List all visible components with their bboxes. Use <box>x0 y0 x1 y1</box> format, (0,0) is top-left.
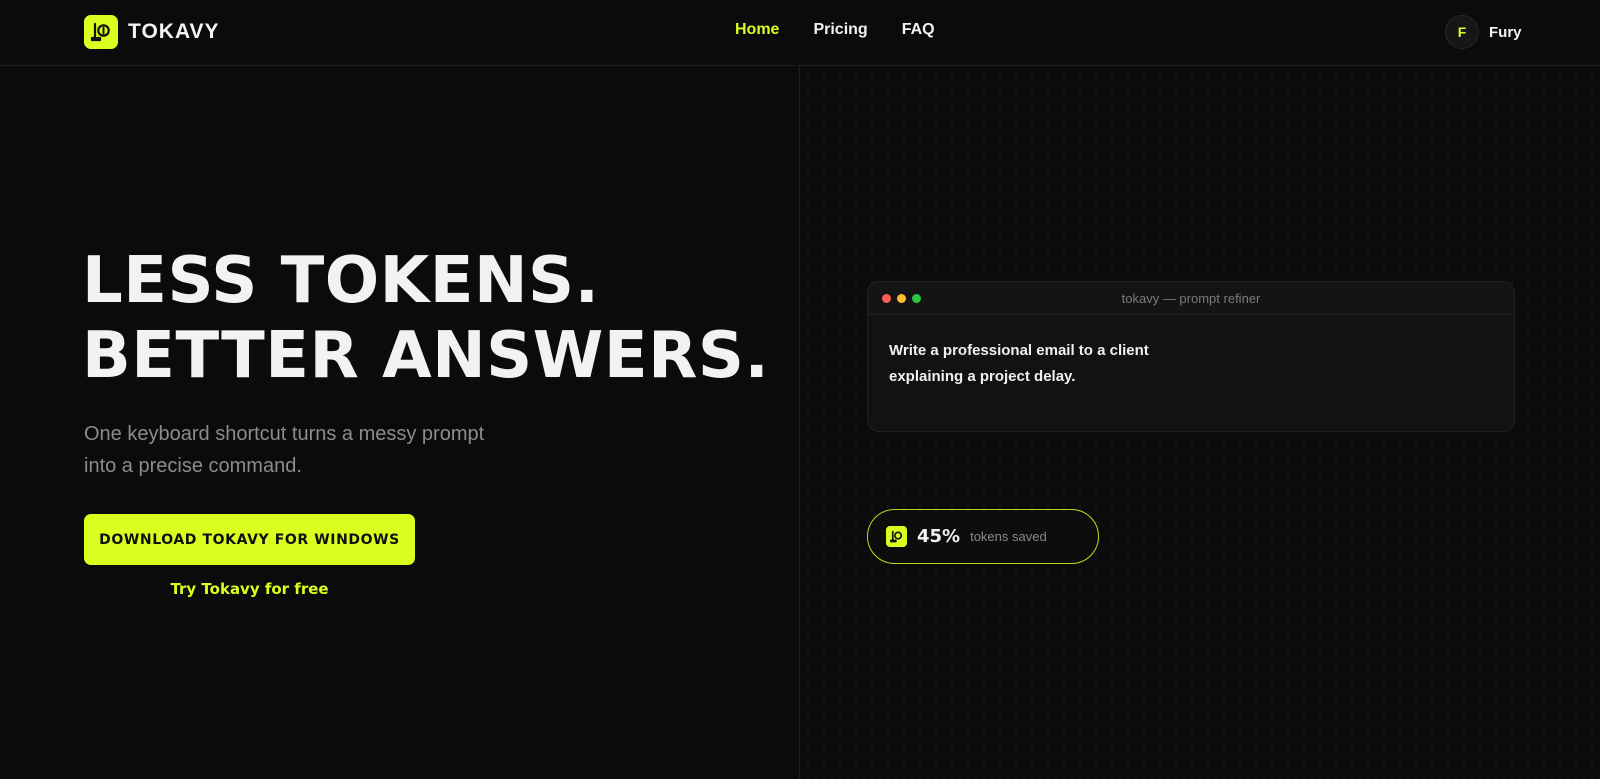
page: TOKAVY Home Pricing FAQ F Fury LESS TOKE… <box>0 0 1600 779</box>
nav-pricing[interactable]: Pricing <box>813 21 867 39</box>
site-header: TOKAVY Home Pricing FAQ F Fury <box>0 0 1600 66</box>
avatar[interactable]: F <box>1445 15 1479 49</box>
try-free-link[interactable]: Try Tokavy for free <box>84 580 415 598</box>
prompt-refiner-window: tokavy — prompt refiner Write a professi… <box>867 281 1515 432</box>
hero-subtitle: One keyboard shortcut turns a messy prom… <box>84 423 485 477</box>
section-divider <box>799 66 800 779</box>
tokens-saved-badge: 45% tokens saved <box>867 509 1099 564</box>
prompt-text: Write a professional email to a client e… <box>889 342 1149 385</box>
window-title-bar: tokavy — prompt refiner <box>868 282 1514 315</box>
user-name[interactable]: Fury <box>1489 24 1522 41</box>
user-menu[interactable]: F Fury <box>1445 15 1522 49</box>
hero-headline-line1: LESS TOKENS. <box>82 244 600 318</box>
tokavy-logo-icon <box>886 526 907 547</box>
brand-logo-link[interactable]: TOKAVY <box>84 15 220 49</box>
download-button[interactable]: DOWNLOAD TOKAVY FOR WINDOWS <box>84 514 415 565</box>
hero-headline-line2: BETTER ANSWERS. <box>82 319 770 393</box>
window-title: tokavy — prompt refiner <box>1121 291 1261 306</box>
hero-headline: LESS TOKENS. BETTER ANSWERS. <box>82 244 769 394</box>
nav-faq[interactable]: FAQ <box>902 21 935 39</box>
brand-name: TOKAVY <box>128 20 220 43</box>
tokens-saved-label: tokens saved <box>970 529 1047 544</box>
tokens-saved-value: 45% <box>917 526 961 547</box>
main-nav: Home Pricing FAQ <box>735 21 935 39</box>
nav-home[interactable]: Home <box>735 21 779 39</box>
tokavy-logo-icon <box>84 15 118 49</box>
